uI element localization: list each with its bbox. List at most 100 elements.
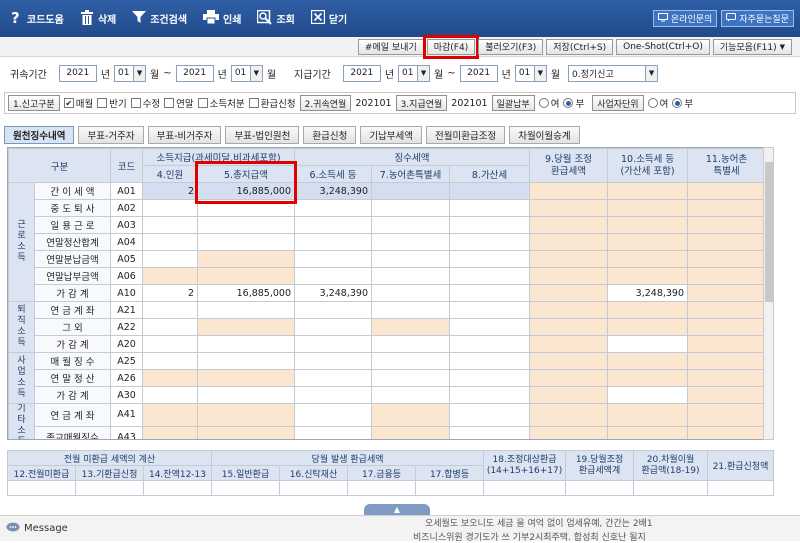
batch-payment-button[interactable]: 일괄납부 [491,95,535,111]
code-help-button[interactable]: ? 코드도움 [0,0,71,37]
close-period-f4-button[interactable]: 마감(F4) [422,34,480,59]
balance-cell[interactable] [142,480,213,496]
close-button[interactable]: 닫기 [302,0,354,37]
people-cell[interactable] [142,352,199,370]
income-disposal-checkbox[interactable]: 소득처분 [197,96,245,110]
chevron-down-icon[interactable]: ▼ [533,65,546,81]
adjusted-refund-cell[interactable] [529,335,609,353]
adjusted-refund-cell[interactable] [529,425,609,439]
adjusted-refund-cell[interactable] [529,301,609,319]
additional-tax-cell[interactable] [449,335,531,353]
income-tax-incl-cell[interactable] [607,352,689,370]
rural-special-cell[interactable] [687,369,767,387]
income-tax-cell[interactable]: 3,248,390 [294,284,373,302]
income-tax-incl-cell[interactable] [607,386,689,404]
adjusted-refund-cell[interactable] [529,284,609,302]
people-cell[interactable] [142,403,199,427]
condition-search-button[interactable]: 조건검색 [123,0,194,37]
income-tax-incl-cell[interactable] [607,318,689,336]
income-tax-incl-cell[interactable] [607,369,689,387]
income-tax-cell[interactable] [294,425,373,439]
people-cell[interactable] [142,267,199,285]
additional-tax-cell[interactable] [449,352,531,370]
income-tax-cell[interactable] [294,352,373,370]
total-pay-cell[interactable] [197,318,296,336]
rural-special-cell[interactable] [687,403,767,427]
income-tax-cell[interactable] [294,386,373,404]
income-tax-incl-cell[interactable] [607,250,689,268]
people-cell[interactable] [142,335,199,353]
rural-special-cell[interactable] [687,267,767,285]
total-pay-cell[interactable] [197,335,296,353]
total-pay-cell[interactable] [197,267,296,285]
rural-tax-cell[interactable] [371,425,451,439]
income-tax-incl-cell[interactable] [607,425,689,439]
adjusted-refund-cell[interactable] [529,318,609,336]
adjusted-refund-cell[interactable] [529,403,609,427]
batch-no-radio[interactable]: 부 [563,96,584,110]
income-tax-incl-cell[interactable] [607,199,689,217]
people-cell[interactable]: 2 [142,182,199,200]
rural-tax-cell[interactable] [371,403,451,427]
rural-tax-cell[interactable] [371,199,451,217]
send-email-button[interactable]: #메일 보내기 [357,38,424,55]
batch-yes-radio[interactable]: 여 [538,96,559,110]
adjusted-refund-cell[interactable] [529,216,609,234]
total-pay-cell[interactable] [197,386,296,404]
attr-month-from-select[interactable]: 01 ▼ [114,64,147,82]
monthly-checkbox[interactable]: ✔ 매월 [63,96,93,110]
total-pay-cell[interactable] [197,369,296,387]
income-tax-incl-cell[interactable]: 3,248,390 [607,284,689,302]
income-tax-cell[interactable] [294,403,373,427]
people-cell[interactable]: 2 [142,284,199,302]
filing-type-select[interactable]: 0.정기신고 ▼ [568,64,659,82]
rural-special-cell[interactable] [687,301,767,319]
print-button[interactable]: 인쇄 [194,0,248,37]
income-tax-cell[interactable] [294,335,373,353]
financial-cell[interactable] [347,480,417,496]
adjusted-refund-cell[interactable] [529,386,609,404]
tab-non-resident[interactable]: 부표-비거주자 [147,126,222,144]
rural-special-cell[interactable] [687,199,767,217]
income-tax-cell[interactable]: 3,248,390 [294,182,373,200]
income-tax-cell[interactable] [294,216,373,234]
tab-resident[interactable]: 부표-거주자 [78,126,144,144]
trust-property-cell[interactable] [279,480,349,496]
feature-collection-button[interactable]: 기능모음(F11) ▼ [712,38,792,55]
total-pay-cell[interactable]: 16,885,000 [197,182,296,200]
rural-tax-cell[interactable] [371,335,451,353]
rural-tax-cell[interactable] [371,233,451,251]
pay-year-from-input[interactable]: 2021 [342,64,381,82]
additional-tax-cell[interactable] [449,386,531,404]
rural-tax-cell[interactable] [371,318,451,336]
chevron-down-icon[interactable]: ▼ [417,65,430,81]
adjusted-refund-cell[interactable] [529,199,609,217]
income-tax-cell[interactable] [294,301,373,319]
income-tax-cell[interactable] [294,267,373,285]
income-tax-cell[interactable] [294,199,373,217]
total-pay-cell[interactable] [197,403,296,427]
total-pay-cell[interactable]: 16,885,000 [197,284,296,302]
adjusted-refund-cell[interactable] [529,233,609,251]
filing-kind-button[interactable]: 1.신고구분 [8,95,60,111]
income-tax-cell[interactable] [294,318,373,336]
rural-special-cell[interactable] [687,335,767,353]
total-pay-cell[interactable] [197,233,296,251]
chevron-down-icon[interactable]: ▼ [133,65,146,81]
income-tax-cell[interactable] [294,233,373,251]
people-cell[interactable] [142,386,199,404]
additional-tax-cell[interactable] [449,267,531,285]
rural-tax-cell[interactable] [371,182,451,200]
additional-tax-cell[interactable] [449,284,531,302]
unit-yes-radio[interactable]: 여 [647,96,668,110]
people-cell[interactable] [142,425,199,439]
attr-year-to-input[interactable]: 2021 [175,64,214,82]
additional-tax-cell[interactable] [449,403,531,427]
pay-month-from-select[interactable]: 01 ▼ [398,64,431,82]
people-cell[interactable] [142,301,199,319]
rural-tax-cell[interactable] [371,301,451,319]
income-tax-cell[interactable] [294,250,373,268]
additional-tax-cell[interactable] [449,369,531,387]
half-year-checkbox[interactable]: 반기 [97,96,127,110]
rural-tax-cell[interactable] [371,216,451,234]
